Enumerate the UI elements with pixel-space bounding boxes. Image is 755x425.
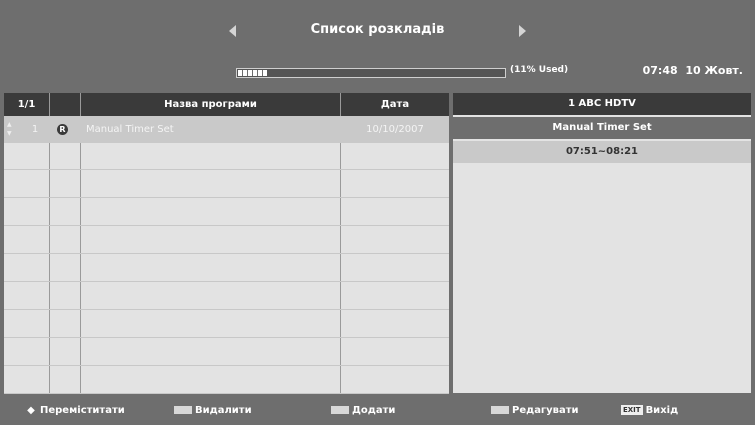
detail-channel: 1 ABC HDTV <box>453 93 751 115</box>
move-hint[interactable]: ◆ Переміститати <box>22 404 125 418</box>
exit-label: Вихід <box>645 405 679 416</box>
detail-time-range: 07:51~08:21 <box>453 141 751 163</box>
empty-table-row <box>4 199 449 226</box>
empty-table-row <box>4 143 449 170</box>
yellow-key-icon <box>491 406 509 414</box>
edit-label: Редагувати <box>512 405 579 416</box>
move-label: Переміститати <box>40 405 125 416</box>
empty-table-row <box>4 171 449 198</box>
row-program-name: Manual Timer Set <box>86 124 174 135</box>
schedule-table: 1/1 Назва програми Дата ▲ ▼ 1 R Manual Ti… <box>4 93 449 394</box>
clock: 07:48 10 Жовт. <box>643 64 743 77</box>
red-key-icon <box>174 406 192 414</box>
column-date: Дата <box>380 99 410 110</box>
exit-hint[interactable]: EXIT Вихід <box>621 404 678 418</box>
move-arrows-icon: ◆ <box>27 405 35 416</box>
detail-program: Manual Timer Set <box>453 117 751 139</box>
empty-table-row <box>4 227 449 254</box>
row-number: 1 <box>31 124 39 135</box>
exit-key-icon: EXIT <box>621 405 643 415</box>
storage-usage-bar <box>236 68 506 78</box>
page-title: Список розкладів <box>310 22 445 37</box>
storage-usage-label: (11% Used) <box>510 65 569 75</box>
edit-hint[interactable]: Редагувати <box>491 404 579 418</box>
empty-table-row <box>4 283 449 310</box>
empty-table-row <box>4 255 449 282</box>
current-time: 07:48 <box>642 64 678 77</box>
empty-table-row <box>4 339 449 366</box>
green-key-icon <box>331 406 349 414</box>
scroll-updown-icon[interactable]: ▲ ▼ <box>7 120 13 138</box>
row-date: 10/10/2007 <box>366 124 424 135</box>
table-row[interactable]: ▲ ▼ 1 R Manual Timer Set 10/10/2007 <box>4 116 449 143</box>
header: Список розкладів (11% Used) 07:48 10 Жов… <box>0 0 755 90</box>
column-program-name: Назва програми <box>164 99 257 110</box>
empty-table-row <box>4 367 449 394</box>
page-indicator: 1/1 <box>17 99 36 110</box>
table-header: 1/1 Назва програми Дата <box>4 93 449 116</box>
add-label: Додати <box>352 405 396 416</box>
current-date: 10 Жовт. <box>685 64 743 77</box>
delete-hint[interactable]: Видалити <box>174 404 252 418</box>
add-hint[interactable]: Додати <box>331 404 395 418</box>
delete-label: Видалити <box>195 405 252 416</box>
detail-panel: 1 ABC HDTV Manual Timer Set 07:51~08:21 <box>453 93 751 393</box>
right-arrow-icon[interactable] <box>519 25 526 37</box>
footer-legend: ◆ Переміститати Видалити Додати Редагуват… <box>0 398 755 425</box>
storage-usage-fill <box>238 70 267 76</box>
empty-table-row <box>4 311 449 338</box>
record-icon: R <box>57 124 68 135</box>
